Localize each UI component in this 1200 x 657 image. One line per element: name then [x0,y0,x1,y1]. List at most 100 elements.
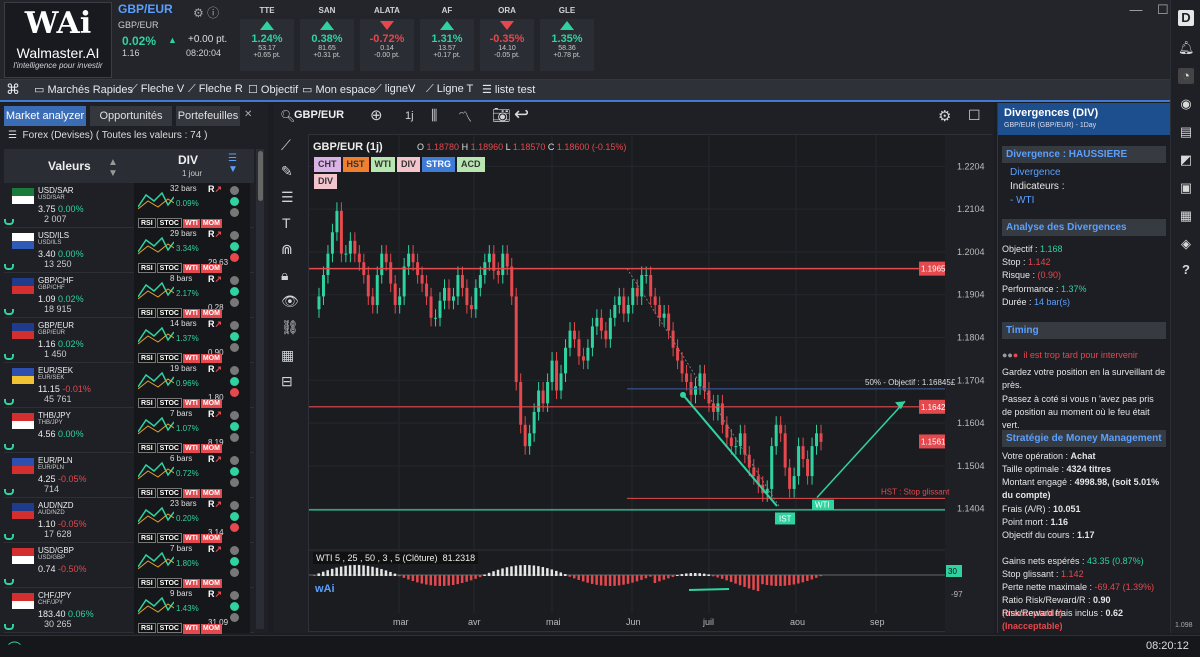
pill-rsi[interactable]: RSI [138,533,156,543]
indicators-icon[interactable]: 〽 [458,107,472,127]
row-indicator[interactable]: 9 bars 1.43% 31.09 R↗ RSI STOC WTI MOM [134,588,250,634]
tag-cht[interactable]: CHT [314,157,341,172]
toolbar-item-fleche-r[interactable]: ⟋ Fleche R [188,83,243,96]
list-item[interactable]: USD/SAR USD/SAR 3.75 0.00% 2 007 32 bars… [4,183,254,229]
magnet-icon[interactable]: ⋒ [281,241,293,258]
ticker-tte[interactable]: TTE 1.24% 53.17 +0.65 pt. [238,2,296,78]
chart-settings-icon[interactable]: ⚙ [938,107,951,125]
pill-rsi[interactable]: RSI [138,218,156,228]
pill-rsi[interactable]: RSI [138,488,156,498]
sort-icon[interactable]: ▲ ▼ [108,157,118,179]
toolbar-item-fleche-v[interactable]: ⟋ Fleche V [130,83,184,96]
link-icon[interactable]: ⛓︎ [281,319,299,336]
pill-stoc[interactable]: STOC [156,263,182,273]
text-icon[interactable]: T [282,215,291,231]
pill-rsi[interactable]: RSI [138,353,156,363]
signal-icon[interactable]: ◔ [1178,68,1194,84]
ticker-ora[interactable]: ORA -0.35% 14.10 -0.05 pt. [478,2,536,78]
grid-menu-icon[interactable]: ⌘ [6,81,20,98]
chart-area[interactable]: 1.2204 1.2104 1.2004 1.1904 1.1804 1.1704 1.16… [308,134,993,633]
toolbar-item-marches[interactable]: ▭ Marchés Rapides [34,83,133,96]
row-indicator[interactable]: 7 bars 1.80% R↗ RSI STOC WTI MOM [134,543,250,589]
timeframe[interactable]: 1j [405,110,414,122]
col-valeurs[interactable]: Valeurs [48,159,91,173]
pill-wti[interactable]: WTI [183,624,200,634]
list-item[interactable]: EUR/PLN EUR/PLN 4.25 -0.05% 714 6 bars 0… [4,453,254,499]
search-person-icon[interactable]: ◉ [1178,96,1194,112]
maximize-icon[interactable]: ☐ [1157,2,1169,17]
pill-stoc[interactable]: STOC [156,353,182,363]
brand-logo[interactable]: WAi Walmaster.AI l'intelligence pour inv… [4,2,112,78]
toolbar-item-lignev[interactable]: ⟋ ligneV [374,83,415,96]
ruler-icon[interactable]: ⊟ [281,373,293,390]
tag-acd[interactable]: ACD [457,157,485,172]
pill-stoc[interactable]: STOC [156,578,182,588]
help-icon[interactable]: ? [1178,262,1194,278]
list-item[interactable]: CHF/JPY CHF/JPY 183.40 0.06% 30 265 9 ba… [4,588,254,634]
tag-hst[interactable]: HST [342,157,369,172]
filter-icon[interactable]: ☰ ▼ [228,153,238,175]
toolbar-item-liste[interactable]: ☰ liste test [482,83,535,96]
row-indicator[interactable]: 23 bars 0.20% 3.14 R↗ RSI STOC WTI MOM [134,498,250,544]
connection-icon[interactable]: ⌒ [8,638,21,657]
list-item[interactable]: GBP/EUR GBP/EUR 1.16 0.02% 1 450 14 bars… [4,318,254,364]
tab-market-analyzer[interactable]: Market analyzer [4,106,86,126]
list-scrollbar[interactable] [256,149,264,629]
tag-div[interactable]: DIV [397,157,421,172]
bell-icon[interactable]: 🔔︎ [1178,40,1195,56]
ticker-san[interactable]: SAN 0.38% 81.65 +0.31 pt. [298,2,356,78]
chart-up-icon[interactable]: ◩ [1178,152,1194,168]
list-item[interactable]: USD/GBP USD/GBP 0.74 -0.50% 7 bars 1.80%… [4,543,254,589]
layers-icon[interactable]: ◈ [1178,236,1194,252]
lock-icon[interactable]: 🔒︎ [281,267,288,284]
close-tab-icon[interactable]: ✕ [244,109,252,120]
ticker-af[interactable]: AF 1.31% 13.57 +0.17 pt. [418,2,476,78]
pill-stoc[interactable]: STOC [156,443,182,453]
add-icon[interactable]: ⊕ [370,106,383,124]
pill-rsi[interactable]: RSI [138,263,156,273]
trendline-icon[interactable]: ⟋ [281,137,291,154]
list-item[interactable]: THB/JPY THB/JPY 4.56 0.00% 7 bars 1.07% … [4,408,254,454]
list-item[interactable]: AUD/NZD AUD/NZD 1.10 -0.05% 17 628 23 ba… [4,498,254,544]
row-indicator[interactable]: 14 bars 1.37% 0.90 R↗ RSI STOC WTI MOM [134,318,250,364]
fib-icon[interactable]: ☰ [281,189,294,206]
row-indicator[interactable]: 6 bars 0.72% R↗ RSI STOC WTI MOM [134,453,250,499]
pill-mom[interactable]: MOM [200,624,222,634]
calculator-icon[interactable]: ▦ [281,347,294,364]
chart-symbol[interactable]: GBP/EUR [294,109,344,121]
pill-rsi[interactable]: RSI [138,308,156,318]
row-indicator[interactable]: 19 bars 0.96% 1.80 R↗ RSI STOC WTI MOM [134,363,250,409]
pill-stoc[interactable]: STOC [156,533,182,543]
tag-wti[interactable]: WTI [370,157,395,172]
pill-rsi[interactable]: RSI [138,578,156,588]
calendar-icon[interactable]: ▦ [1178,208,1194,224]
row-indicator[interactable]: 29 bars 3.34% 29.63 R↗ RSI STOC WTI MOM [134,228,250,274]
ticker-gle[interactable]: GLE 1.35% 58.36 +0.78 pt. [538,2,596,78]
list-item[interactable]: EUR/SEK EUR/SEK 11.15 -0.01% 45 761 19 b… [4,363,254,409]
app-d-icon[interactable]: D [1178,10,1194,26]
col-div[interactable]: DIV [178,153,198,167]
pill-rsi[interactable]: RSI [138,398,156,408]
main-quote[interactable]: GBP/EUR ⚙ ⓘ GBP/EUR 0.02% ▲ +0.00 pt. 1.… [118,2,230,78]
list-filter[interactable]: ☰ Forex (Devises) ( Toutes les valeurs :… [8,130,207,141]
toolbar-item-lignet[interactable]: ⟋ Ligne T [426,83,473,96]
settings-icon[interactable]: ⚙ ⓘ [193,4,219,21]
tag-strg[interactable]: STRG [422,157,456,172]
row-indicator[interactable]: 7 bars 1.07% 8.19 R↗ RSI STOC WTI MOM [134,408,250,454]
tag-div[interactable]: DIV [314,174,338,189]
eye-icon[interactable]: 👁︎ [281,293,299,310]
pill-rsi[interactable]: RSI [138,623,156,633]
camera-icon[interactable]: 📷︎ [492,106,511,124]
list-item[interactable]: USD/ILS USD/ILS 3.40 0.00% 13 250 29 bar… [4,228,254,274]
pen-icon[interactable]: ✎ [281,163,293,180]
profile-card-icon[interactable]: ▣ [1178,180,1194,196]
pill-stoc[interactable]: STOC [156,488,182,498]
tab-opportunites[interactable]: Opportunités [90,106,172,126]
toolbar-item-objectif[interactable]: ☐ Objectif [248,83,298,96]
tab-portefeuilles[interactable]: Portefeuilles [176,106,240,126]
maximize-chart-icon[interactable]: ☐ [968,107,981,124]
scrollbar-thumb[interactable] [257,151,263,201]
ticker-alata[interactable]: ALATA -0.72% 0.14 -0.00 pt. [358,2,416,78]
pill-stoc[interactable]: STOC [156,398,182,408]
undo-icon[interactable]: ↩ [514,104,529,125]
